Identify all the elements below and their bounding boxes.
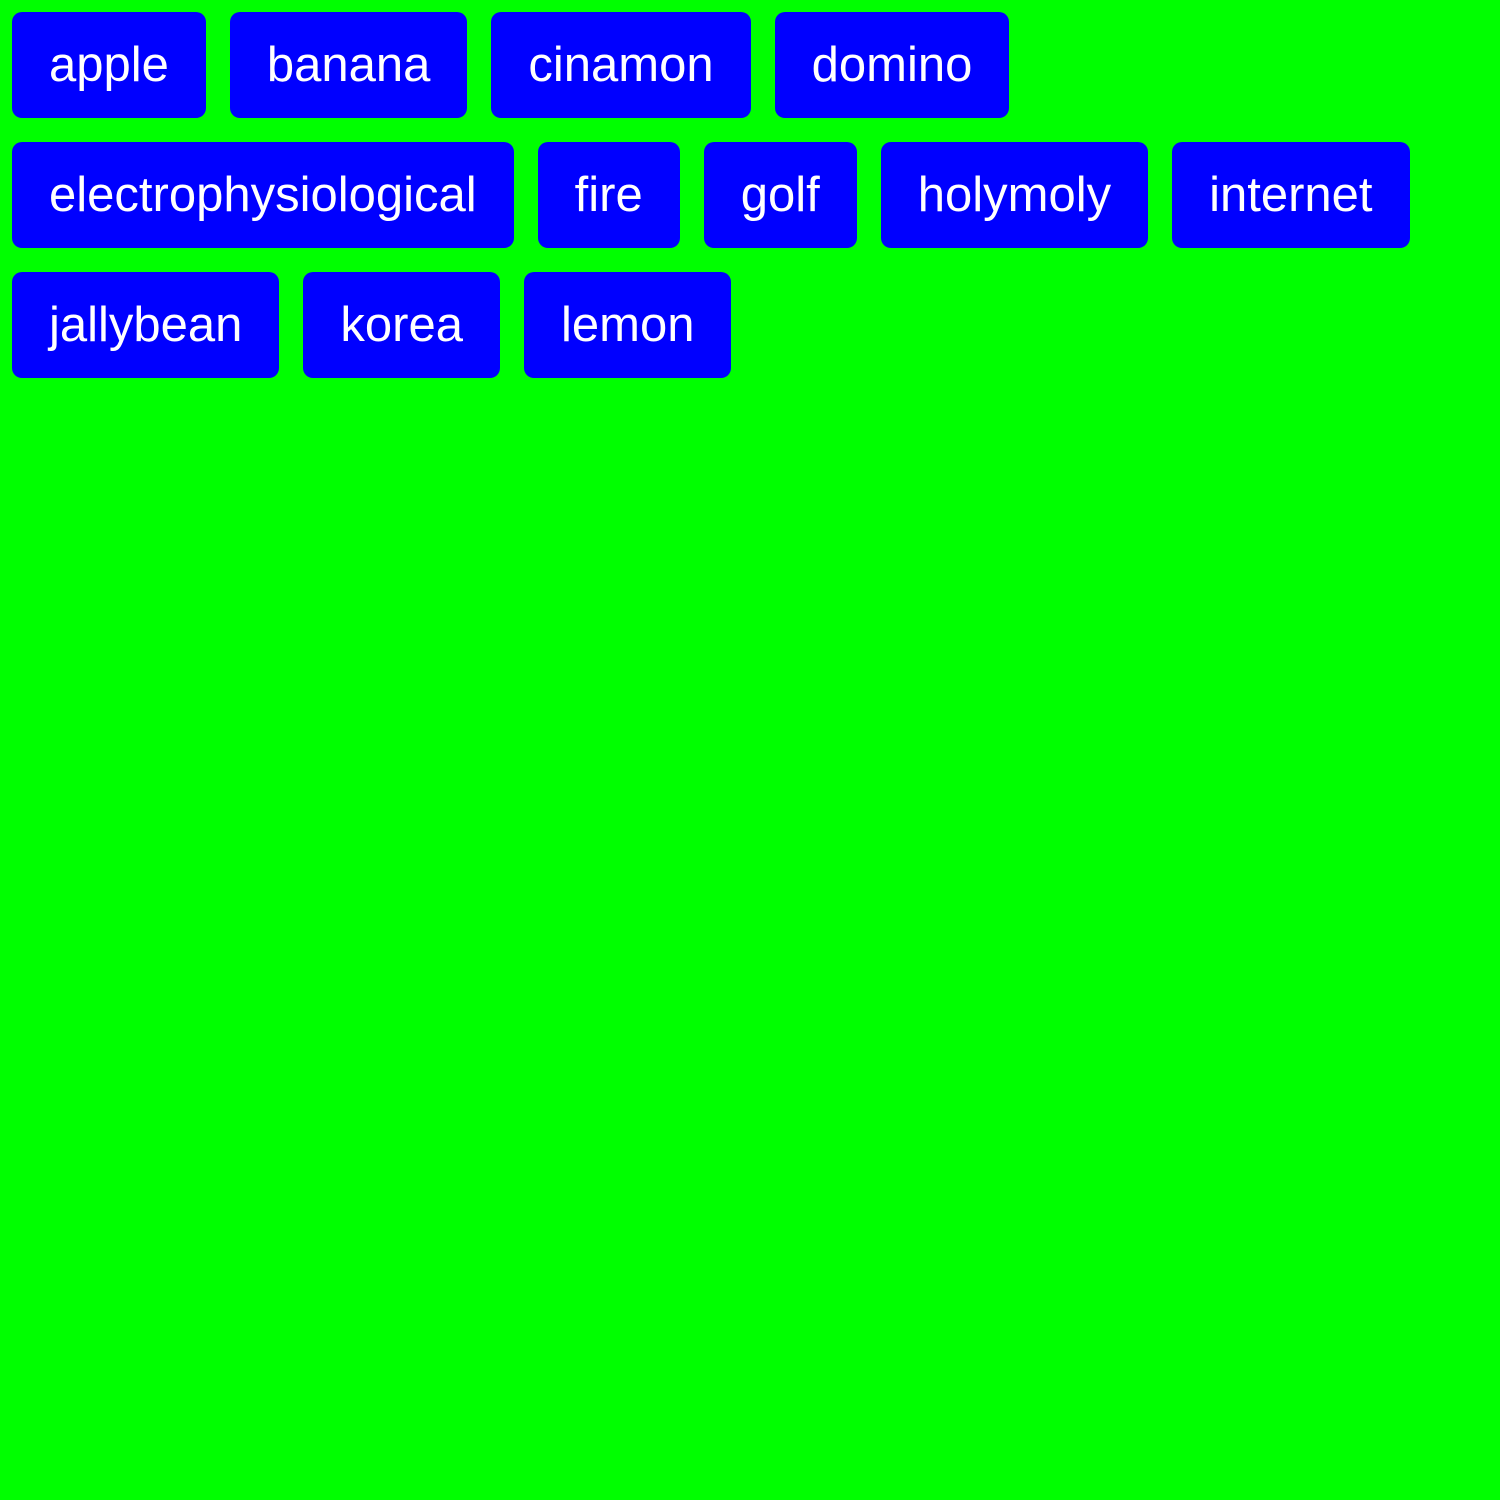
tag-apple[interactable]: apple	[12, 12, 206, 118]
tag-korea[interactable]: korea	[303, 272, 500, 378]
tag-holymoly[interactable]: holymoly	[880, 142, 1149, 248]
tag-domino[interactable]: domino	[774, 12, 1010, 118]
tag-lemon[interactable]: lemon	[524, 272, 732, 378]
tag-cloud: apple banana cinamon domino electrophysi…	[12, 12, 1482, 378]
tag-internet[interactable]: internet	[1172, 142, 1410, 248]
tag-fire[interactable]: fire	[537, 142, 680, 248]
tag-banana[interactable]: banana	[229, 12, 468, 118]
tag-cinamon[interactable]: cinamon	[491, 12, 751, 118]
tag-electrophysiological[interactable]: electrophysiological	[12, 142, 514, 248]
tag-golf[interactable]: golf	[703, 142, 857, 248]
tag-jallybean[interactable]: jallybean	[12, 272, 280, 378]
